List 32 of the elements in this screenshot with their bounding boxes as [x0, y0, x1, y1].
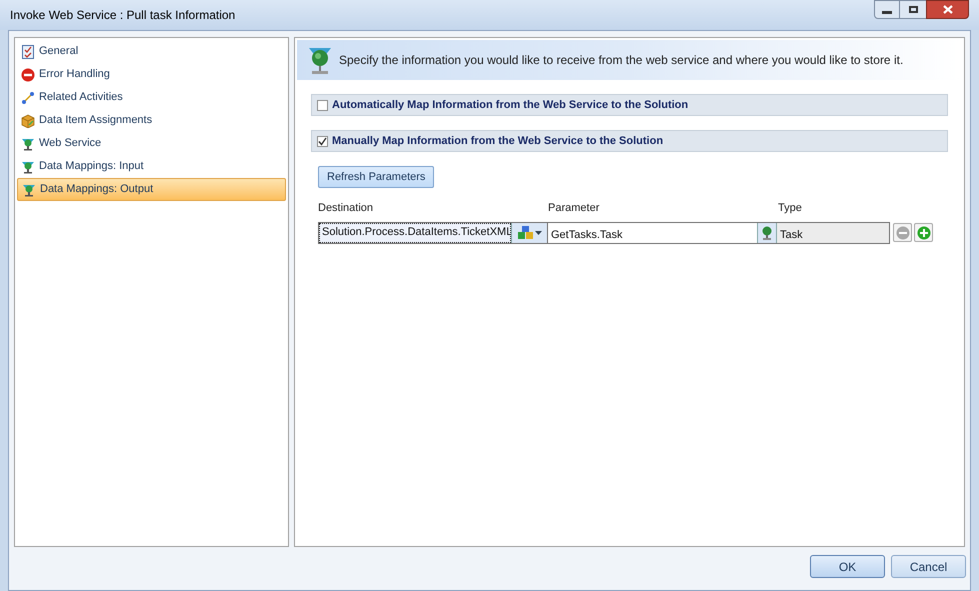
sidebar-item[interactable]: Data Mappings: Input [17, 155, 286, 178]
sidebar-item[interactable]: Web Service [17, 132, 286, 155]
check-icon [318, 136, 327, 146]
cancel-button[interactable]: Cancel [891, 555, 966, 578]
column-header: Destination [318, 201, 374, 216]
plus-icon [916, 226, 930, 240]
remove-button[interactable] [893, 223, 912, 242]
minus-icon [896, 226, 910, 240]
minimize-button[interactable] [874, 0, 900, 19]
sidebar-item[interactable]: Data Mappings: Output [17, 178, 286, 201]
package-icon [21, 114, 35, 128]
column-header: Type [778, 201, 802, 216]
sidebar-item[interactable]: Data Item Assignments [17, 109, 286, 132]
checkbox[interactable] [317, 136, 328, 146]
no-entry-icon [21, 68, 35, 82]
sidebar-item[interactable]: Error Handling [17, 63, 286, 86]
close-button[interactable] [926, 0, 969, 19]
ok-button[interactable]: OK [810, 555, 885, 578]
connector-icon [21, 90, 35, 104]
refresh-button[interactable]: Refresh Parameters [318, 166, 434, 188]
option-label[interactable]: Manually Map Information from the Web Service to the Solution [332, 132, 664, 150]
maximize-button[interactable] [900, 0, 926, 19]
sidebar-item[interactable]: General [17, 40, 286, 63]
sidebar-item[interactable]: Related Activities [17, 86, 286, 109]
add-button[interactable] [914, 223, 933, 242]
checklist-icon [21, 44, 35, 58]
close-icon [942, 5, 952, 14]
window-title: Invoke Web Service : Pull task Information [10, 7, 236, 24]
option-label[interactable]: Automatically Map Information from the Web Service to the Solution [332, 96, 688, 114]
column-header: Parameter [548, 201, 600, 216]
checkbox[interactable] [317, 100, 328, 110]
header-text: Specify the information you would like to receive from the web service and where you would like to store it. [339, 52, 904, 69]
